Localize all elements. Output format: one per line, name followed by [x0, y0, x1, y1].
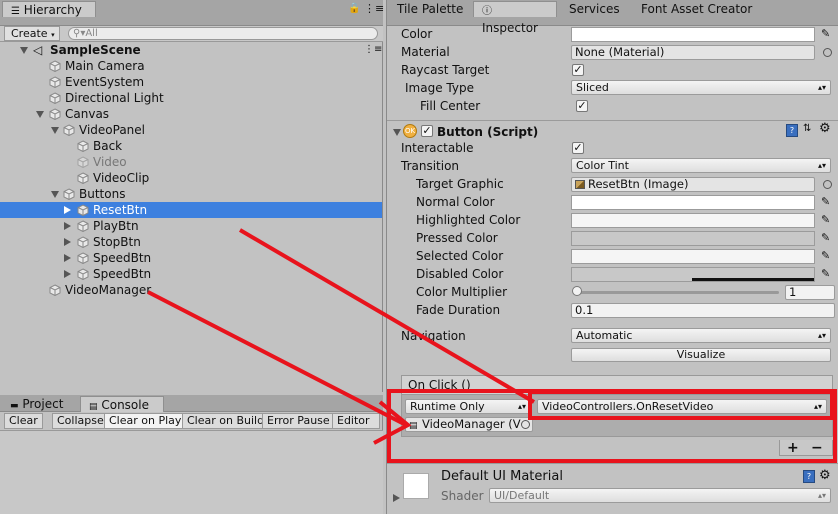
- annotation-arrows: [147, 228, 536, 445]
- annotation-arrow-line: [238, 228, 536, 404]
- annotation-arrowhead: [373, 400, 412, 445]
- annotation-arrow-line: [147, 290, 407, 427]
